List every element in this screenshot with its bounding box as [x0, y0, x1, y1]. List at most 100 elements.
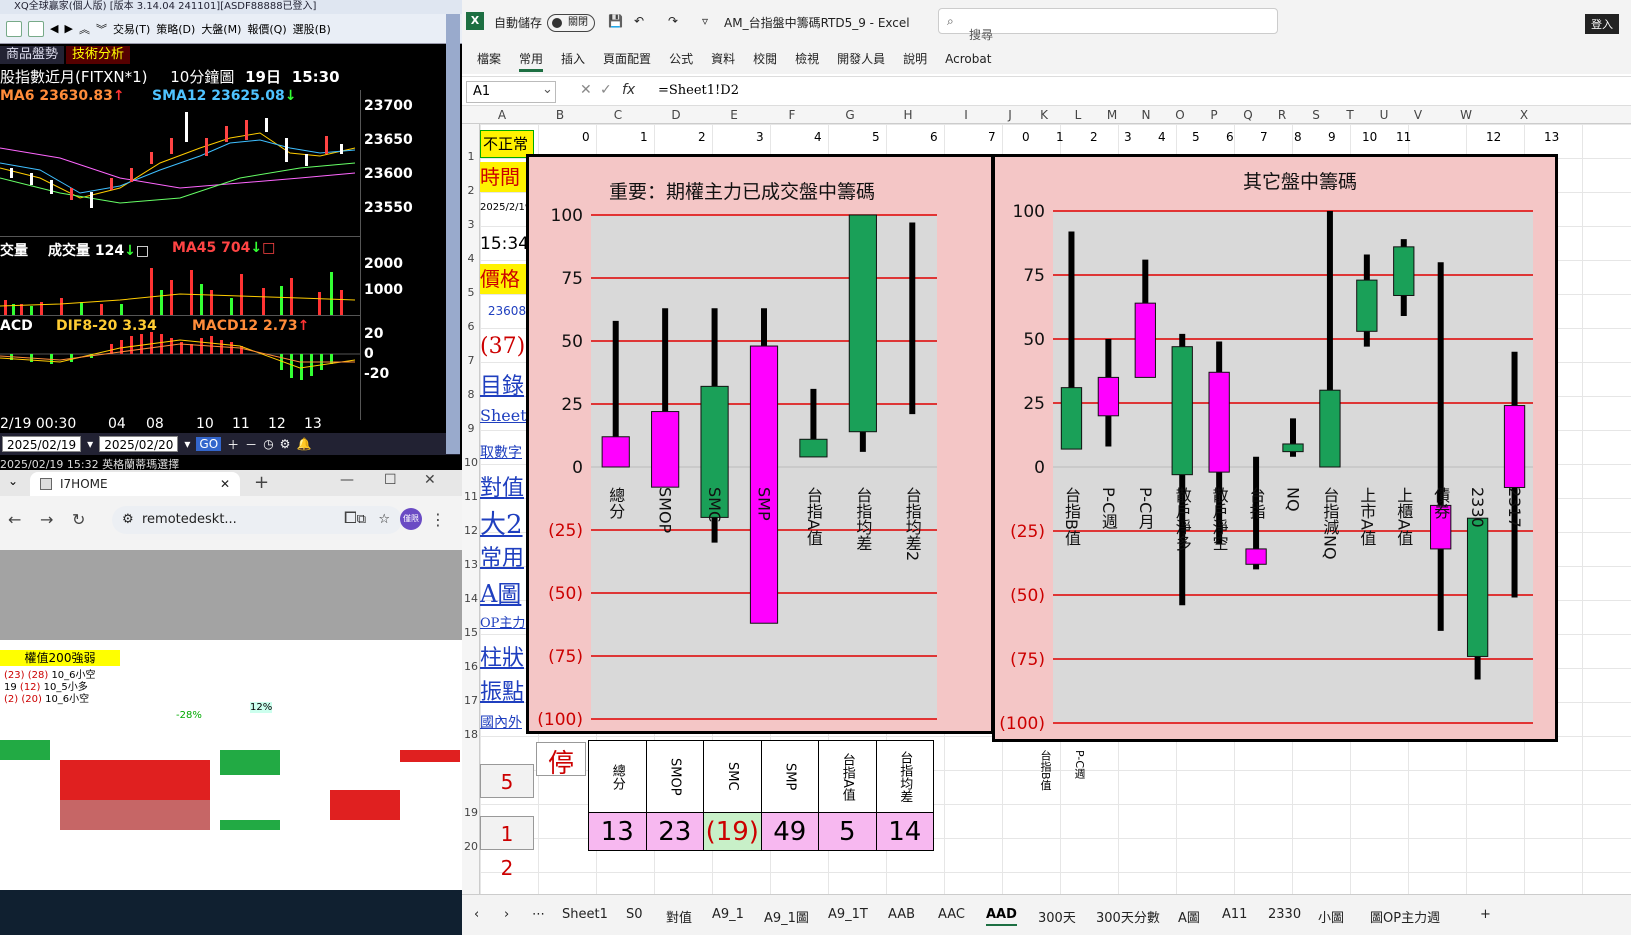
menu-screener[interactable]: 選股(B): [293, 21, 331, 37]
cell-value[interactable]: 12: [1486, 130, 1501, 144]
cell-value[interactable]: 9: [1328, 130, 1336, 144]
customize-icon[interactable]: ▿: [702, 14, 708, 28]
menu-quote[interactable]: 報價(Q): [247, 21, 286, 37]
extra-header-cell[interactable]: P-C週: [1072, 750, 1086, 779]
forward-icon[interactable]: →: [40, 510, 53, 529]
cell-value[interactable]: 2: [1090, 130, 1098, 144]
table-header-cell[interactable]: 總分: [588, 740, 647, 813]
ribbon-tab-developer[interactable]: 開發人員: [828, 42, 894, 74]
maximize-icon[interactable]: ☐: [384, 472, 397, 488]
chevron-up-icon[interactable]: ︽: [79, 21, 90, 37]
row-header[interactable]: 9: [462, 422, 480, 435]
scroll-right-icon[interactable]: ›: [504, 907, 509, 922]
table-header-cell[interactable]: 台指均差: [875, 740, 934, 813]
cell-value[interactable]: 4: [814, 130, 822, 144]
date-to-select[interactable]: 2025/02/20: [99, 436, 179, 452]
date-from-select[interactable]: 2025/02/19: [2, 436, 82, 452]
cancel-icon[interactable]: ✕: [580, 82, 592, 98]
row-header[interactable]: 14: [462, 592, 480, 605]
table-value-cell[interactable]: 13: [588, 812, 647, 851]
ribbon-tab-home[interactable]: 常用: [510, 42, 552, 74]
row-header[interactable]: 4: [462, 252, 480, 265]
row-header[interactable]: 10: [462, 456, 480, 469]
column-header[interactable]: X: [1516, 108, 1532, 122]
cell-value[interactable]: 6: [930, 130, 938, 144]
row-header[interactable]: 7: [462, 354, 480, 367]
column-header[interactable]: O: [1172, 108, 1188, 122]
row-header[interactable]: 16: [462, 660, 480, 673]
column-header[interactable]: B: [552, 108, 568, 122]
chevron-down-icon[interactable]: ▾: [184, 437, 190, 451]
minimize-icon[interactable]: —: [340, 472, 354, 488]
column-header[interactable]: M: [1104, 108, 1120, 122]
column-header[interactable]: L: [1070, 108, 1086, 122]
ribbon-tab-view[interactable]: 檢視: [786, 42, 828, 74]
sheet-tab[interactable]: AAC: [938, 907, 965, 922]
more-menu-icon[interactable]: ⋮: [430, 510, 446, 529]
back-arrow-icon[interactable]: ◀: [50, 22, 58, 35]
table-header-cell[interactable]: SMP: [760, 740, 819, 813]
sheet-tab[interactable]: 300天: [1038, 907, 1076, 926]
table-value-cell[interactable]: 5: [818, 812, 877, 851]
sheet-tab[interactable]: 小圖: [1318, 907, 1344, 926]
profile-avatar[interactable]: 僅限: [400, 508, 422, 530]
column-header[interactable]: E: [726, 108, 742, 122]
autosave-toggle[interactable]: 關閉: [547, 14, 595, 32]
column-header[interactable]: U: [1376, 108, 1392, 122]
close-icon[interactable]: ✕: [424, 472, 436, 488]
column-header[interactable]: D: [668, 108, 684, 122]
row-header[interactable]: 3: [462, 218, 480, 231]
forward-arrow-icon[interactable]: ▶: [64, 22, 72, 35]
row-header[interactable]: 17: [462, 694, 480, 707]
sheet-tab[interactable]: Sheet1: [562, 907, 608, 922]
cell-value[interactable]: 3: [756, 130, 764, 144]
cell-value[interactable]: 7: [988, 130, 996, 144]
cell-value[interactable]: 1: [640, 130, 648, 144]
zoom-out-icon[interactable]: －: [245, 436, 257, 453]
sheet-tab[interactable]: A9_1圖: [764, 907, 809, 926]
cell-value[interactable]: 5: [872, 130, 880, 144]
column-header[interactable]: W: [1458, 108, 1474, 122]
column-header[interactable]: S: [1308, 108, 1324, 122]
cell-value[interactable]: 1: [1056, 130, 1064, 144]
column-header[interactable]: C: [610, 108, 626, 122]
table-header-cell[interactable]: 台指A值: [818, 740, 877, 813]
ribbon-tab-insert[interactable]: 插入: [552, 42, 594, 74]
go-button[interactable]: GO: [196, 437, 222, 451]
reload-icon[interactable]: ↻: [72, 510, 85, 529]
row-header[interactable]: 20: [462, 840, 480, 853]
undo-icon[interactable]: ↶: [634, 14, 644, 28]
bell-icon[interactable]: 🔔: [296, 437, 311, 451]
search-box[interactable]: ⌕ 搜尋: [938, 8, 1278, 42]
sheet-tab[interactable]: 對值: [666, 907, 692, 926]
sheet-tab[interactable]: 2330: [1268, 907, 1301, 922]
ribbon-tab-formulas[interactable]: 公式: [660, 42, 702, 74]
sheet-tab[interactable]: A9_1: [712, 907, 744, 922]
ribbon-tab-help[interactable]: 說明: [894, 42, 936, 74]
row-header[interactable]: 11: [462, 490, 480, 503]
confirm-icon[interactable]: ✓: [600, 82, 612, 98]
ribbon-tab-data[interactable]: 資料: [702, 42, 744, 74]
column-header[interactable]: A: [494, 108, 510, 122]
settings-icon[interactable]: ⚙: [280, 437, 291, 451]
share-icon[interactable]: ⧉: [357, 506, 366, 534]
browser-tab[interactable]: I7HOME ✕: [30, 472, 240, 496]
more-sheets-icon[interactable]: ⋯: [532, 907, 545, 922]
column-header[interactable]: R: [1274, 108, 1290, 122]
side-value-cell[interactable]: 2: [480, 856, 534, 876]
column-header[interactable]: F: [784, 108, 800, 122]
tab-market[interactable]: 商品盤勢: [0, 46, 65, 64]
save-icon[interactable]: 💾: [608, 14, 623, 28]
cell-value[interactable]: 5: [1192, 130, 1200, 144]
ribbon-tab-review[interactable]: 校閱: [744, 42, 786, 74]
cell-value[interactable]: 13: [1544, 130, 1559, 144]
document-icon[interactable]: [28, 20, 44, 37]
close-icon[interactable]: ✕: [220, 472, 230, 496]
function-icon[interactable]: fx: [622, 82, 635, 98]
sheet-tab[interactable]: A9_1T: [828, 907, 868, 922]
cell-value[interactable]: 8: [1294, 130, 1302, 144]
back-icon[interactable]: ←: [8, 510, 21, 529]
scroll-left-icon[interactable]: ‹: [474, 907, 479, 922]
cell-value[interactable]: 6: [1226, 130, 1234, 144]
cell-value[interactable]: 2: [698, 130, 706, 144]
